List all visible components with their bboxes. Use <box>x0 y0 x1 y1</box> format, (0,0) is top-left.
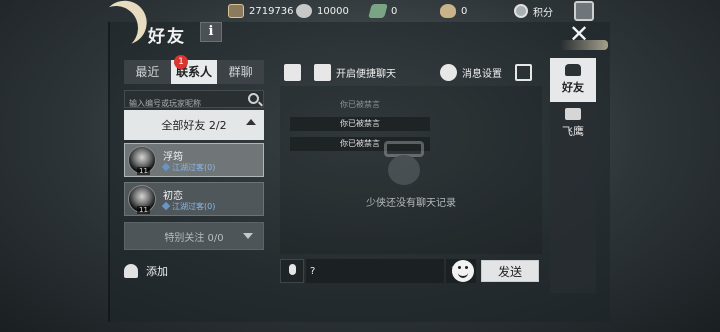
chevron-up-icon <box>246 119 256 125</box>
friend-list-item[interactable]: 11 浮筠 江湖过客(0) <box>124 143 264 177</box>
friend-name: 浮筠 <box>163 152 183 163</box>
side-tab-label: 好友 <box>562 81 584 94</box>
empty-chat-ghost-icon <box>376 141 432 193</box>
currency-points: 积分 <box>514 2 553 20</box>
special-follow-label: 特别关注 0/0 <box>164 232 224 244</box>
add-label: 添加 <box>146 265 168 278</box>
gold-ingot-icon <box>228 4 244 18</box>
chevron-down-icon <box>243 233 253 239</box>
contacts-notification-badge: 1 <box>174 55 188 69</box>
emoji-icon[interactable] <box>452 260 474 282</box>
side-tab-flying-eagle[interactable]: 飞鹰 <box>550 102 596 146</box>
voice-button[interactable] <box>280 259 304 283</box>
side-tabs: 好友 飞鹰 <box>550 58 596 293</box>
side-tab-label: 飞鹰 <box>562 125 584 138</box>
special-follow-group[interactable]: 特别关注 0/0 <box>124 222 264 250</box>
grid-menu-icon[interactable] <box>515 64 532 81</box>
info-button[interactable]: i <box>200 22 222 42</box>
letter-scroll-icon <box>565 108 581 120</box>
side-tab-friends[interactable]: 好友 <box>550 58 596 102</box>
add-friend-button[interactable]: 添加 <box>124 260 264 282</box>
search-icon[interactable] <box>248 93 259 104</box>
all-friends-group-header[interactable]: 全部好友 2/2 <box>124 110 264 140</box>
friend-level: 11 <box>137 167 150 175</box>
intimacy-icon <box>161 201 171 211</box>
system-message: 你已被禁言 <box>290 117 430 131</box>
currency-treasure: 0 <box>440 2 467 20</box>
gear-icon[interactable] <box>440 64 457 81</box>
silver-coin-icon <box>296 4 312 18</box>
empty-chat-message: 少侠还没有聊天记录 <box>366 198 456 209</box>
system-message: 你已被禁言 <box>340 100 380 109</box>
close-button[interactable]: ✕ <box>566 22 592 48</box>
send-button[interactable]: 发送 <box>481 260 539 282</box>
currency-silver: 10000 <box>296 2 349 20</box>
friend-name: 初恋 <box>163 191 183 202</box>
menu-scroll-icon[interactable] <box>574 1 594 21</box>
friend-status: 江湖过客(0) <box>161 201 215 212</box>
chat-toolbar: 开启便捷聊天 消息设置 <box>280 61 542 85</box>
jade-icon <box>368 4 388 18</box>
intimacy-icon <box>161 162 171 172</box>
tab-groups[interactable]: 群聊 <box>217 60 265 84</box>
tab-recent[interactable]: 最近 <box>124 60 171 84</box>
friends-hat-icon <box>565 64 581 76</box>
treasure-icon <box>440 4 456 18</box>
home-icon[interactable] <box>284 64 301 81</box>
chat-input-bar: 1/99 发送 <box>280 259 542 283</box>
points-icon <box>514 4 528 18</box>
contacts-panel: 最近 联系人 群聊 1 全部好友 2/2 11 浮筠 江湖过客(0) 11 初恋… <box>118 55 270 287</box>
microphone-icon <box>289 264 296 275</box>
friend-level: 11 <box>137 206 150 214</box>
group-label: 全部好友 2/2 <box>161 119 227 132</box>
quick-chat-toggle[interactable]: 开启便捷聊天 <box>336 65 396 80</box>
contact-tabs: 最近 联系人 群聊 1 <box>124 55 265 84</box>
chat-bubble-icon[interactable] <box>314 64 331 81</box>
chat-history: 你已被禁言 你已被禁言 你已被禁言 少侠还没有聊天记录 <box>280 86 542 254</box>
friend-status: 江湖过客(0) <box>161 162 215 173</box>
currency-gold: 2719736 <box>228 2 294 20</box>
currency-jade: 0 <box>368 2 397 20</box>
search-box <box>124 90 264 112</box>
friend-list-item[interactable]: 11 初恋 江湖过客(0) <box>124 182 264 216</box>
message-settings-button[interactable]: 消息设置 <box>462 65 502 80</box>
add-user-icon <box>124 264 138 278</box>
window-title: 好友 <box>148 27 186 47</box>
chat-input[interactable] <box>306 259 444 283</box>
